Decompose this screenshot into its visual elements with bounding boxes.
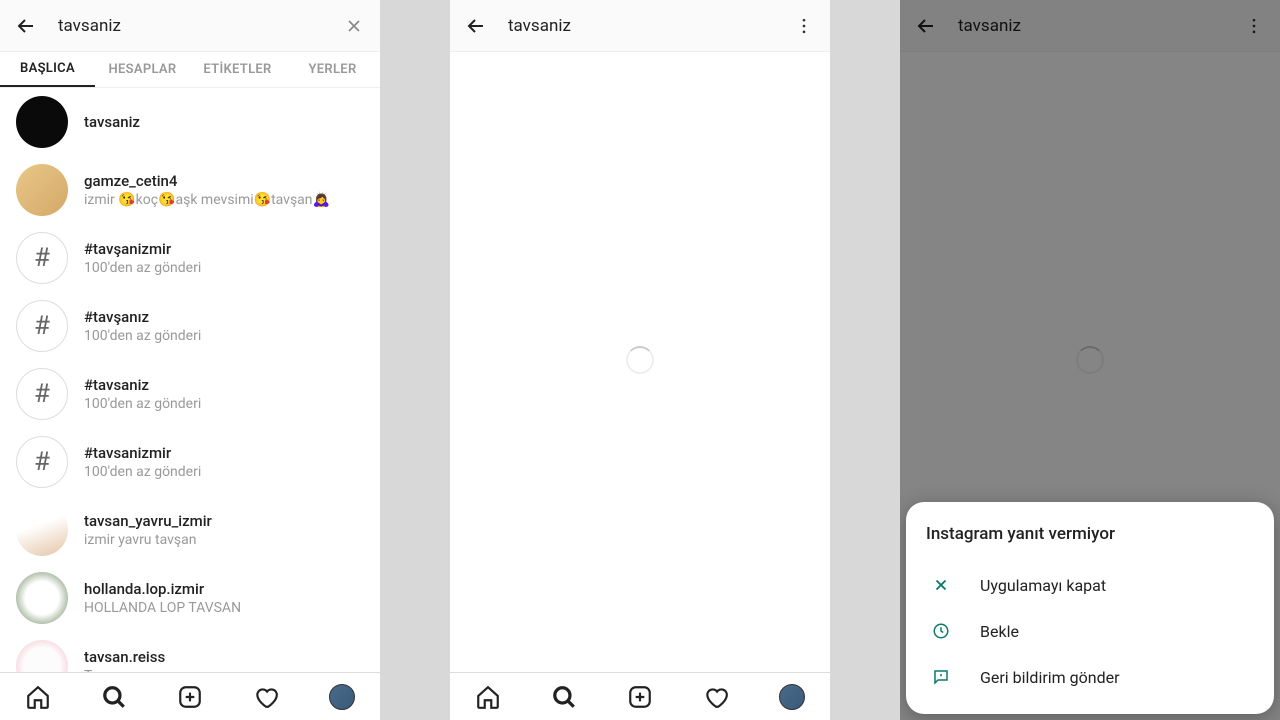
result-subtitle: 100'den az gönderi — [84, 328, 364, 344]
search-result-item[interactable]: # #tavsaniz 100'den az gönderi — [0, 360, 380, 428]
hashtag-icon: # — [16, 368, 68, 420]
add-post-icon[interactable] — [626, 683, 654, 711]
search-result-item[interactable]: # #tavşanizmir 100'den az gönderi — [0, 224, 380, 292]
feedback-icon — [930, 666, 952, 688]
dialog-wait[interactable]: Bekle — [926, 608, 1254, 654]
dialog-option-label: Uygulamayı kapat — [980, 576, 1106, 595]
result-title: tavsan.reiss — [84, 648, 364, 666]
user-avatar — [16, 572, 68, 624]
dialog-close-app[interactable]: Uygulamayı kapat — [926, 562, 1254, 608]
search-result-item[interactable]: # #tavsanizmir 100'den az gönderi — [0, 428, 380, 496]
user-avatar — [16, 96, 68, 148]
result-title: tavsan_yavru_izmir — [84, 512, 364, 530]
hashtag-icon: # — [16, 232, 68, 284]
result-subtitle: izmir 😘koç😘aşk mevsimi😘tavşan🙇‍♀️ — [84, 192, 364, 208]
profile-avatar[interactable] — [328, 683, 356, 711]
clock-icon — [930, 620, 952, 642]
profile-avatar[interactable] — [778, 683, 806, 711]
search-result-item[interactable]: tavsan_yavru_izmirizmir yavru tavşan — [0, 496, 380, 564]
search-result-item[interactable]: # #tavşanız 100'den az gönderi — [0, 292, 380, 360]
search-result-item[interactable]: tavsaniz — [0, 88, 380, 156]
more-options-icon[interactable] — [792, 14, 816, 38]
search-results: tavsaniz gamze_cetin4izmir 😘koç😘aşk mevsi… — [0, 88, 380, 672]
tab-accounts[interactable]: HESAPLAR — [95, 52, 190, 87]
dialog-option-label: Bekle — [980, 622, 1019, 641]
result-title: #tavsaniz — [84, 376, 364, 394]
back-arrow[interactable] — [14, 14, 38, 38]
dialog-feedback[interactable]: Geri bildirim gönder — [926, 654, 1254, 700]
result-subtitle: 100'den az gönderi — [84, 464, 364, 480]
result-title: hollanda.lop.izmir — [84, 580, 364, 598]
tab-top[interactable]: BAŞLICA — [0, 52, 95, 87]
bottom-nav — [0, 672, 380, 720]
home-icon[interactable] — [474, 683, 502, 711]
user-avatar — [16, 164, 68, 216]
hashtag-icon: # — [16, 300, 68, 352]
dialog-title: Instagram yanıt vermiyor — [926, 524, 1254, 544]
user-avatar — [16, 640, 68, 672]
hashtag-icon: # — [16, 436, 68, 488]
activity-icon[interactable] — [702, 683, 730, 711]
anr-dialog: Instagram yanıt vermiyor Uygulamayı kapa… — [906, 502, 1274, 714]
tab-places[interactable]: YERLER — [285, 52, 380, 87]
loading-spinner — [626, 346, 654, 374]
result-title: #tavşanizmir — [84, 240, 364, 258]
dialog-option-label: Geri bildirim gönder — [980, 668, 1120, 687]
result-title: #tavşanız — [84, 308, 364, 326]
add-post-icon[interactable] — [176, 683, 204, 711]
tab-tags[interactable]: ETİKETLER — [190, 52, 285, 87]
user-avatar — [16, 504, 68, 556]
clear-search-icon[interactable] — [342, 14, 366, 38]
result-title: gamze_cetin4 — [84, 172, 364, 190]
page-title: tavsaniz — [508, 16, 792, 36]
activity-icon[interactable] — [252, 683, 280, 711]
search-tabs: BAŞLICA HESAPLAR ETİKETLER YERLER — [0, 52, 380, 88]
result-title: tavsaniz — [84, 113, 364, 131]
search-result-item[interactable]: gamze_cetin4izmir 😘koç😘aşk mevsimi😘tavşa… — [0, 156, 380, 224]
result-title: #tavsanizmir — [84, 444, 364, 462]
search-icon[interactable] — [550, 683, 578, 711]
search-input[interactable]: tavsaniz — [58, 16, 342, 36]
search-result-item[interactable]: hollanda.lop.izmir HOLLANDA LOP TAVSAN — [0, 564, 380, 632]
result-subtitle: 100'den az gönderi — [84, 396, 364, 412]
result-subtitle: izmir yavru tavşan — [84, 532, 364, 548]
result-subtitle: HOLLANDA LOP TAVSAN — [84, 600, 364, 616]
back-arrow[interactable] — [464, 14, 488, 38]
home-icon[interactable] — [24, 683, 52, 711]
result-subtitle: 100'den az gönderi — [84, 260, 364, 276]
close-icon — [930, 574, 952, 596]
bottom-nav — [450, 672, 830, 720]
search-result-item[interactable]: tavsan.reissTavşanızzzz — [0, 632, 380, 672]
search-icon[interactable] — [100, 683, 128, 711]
